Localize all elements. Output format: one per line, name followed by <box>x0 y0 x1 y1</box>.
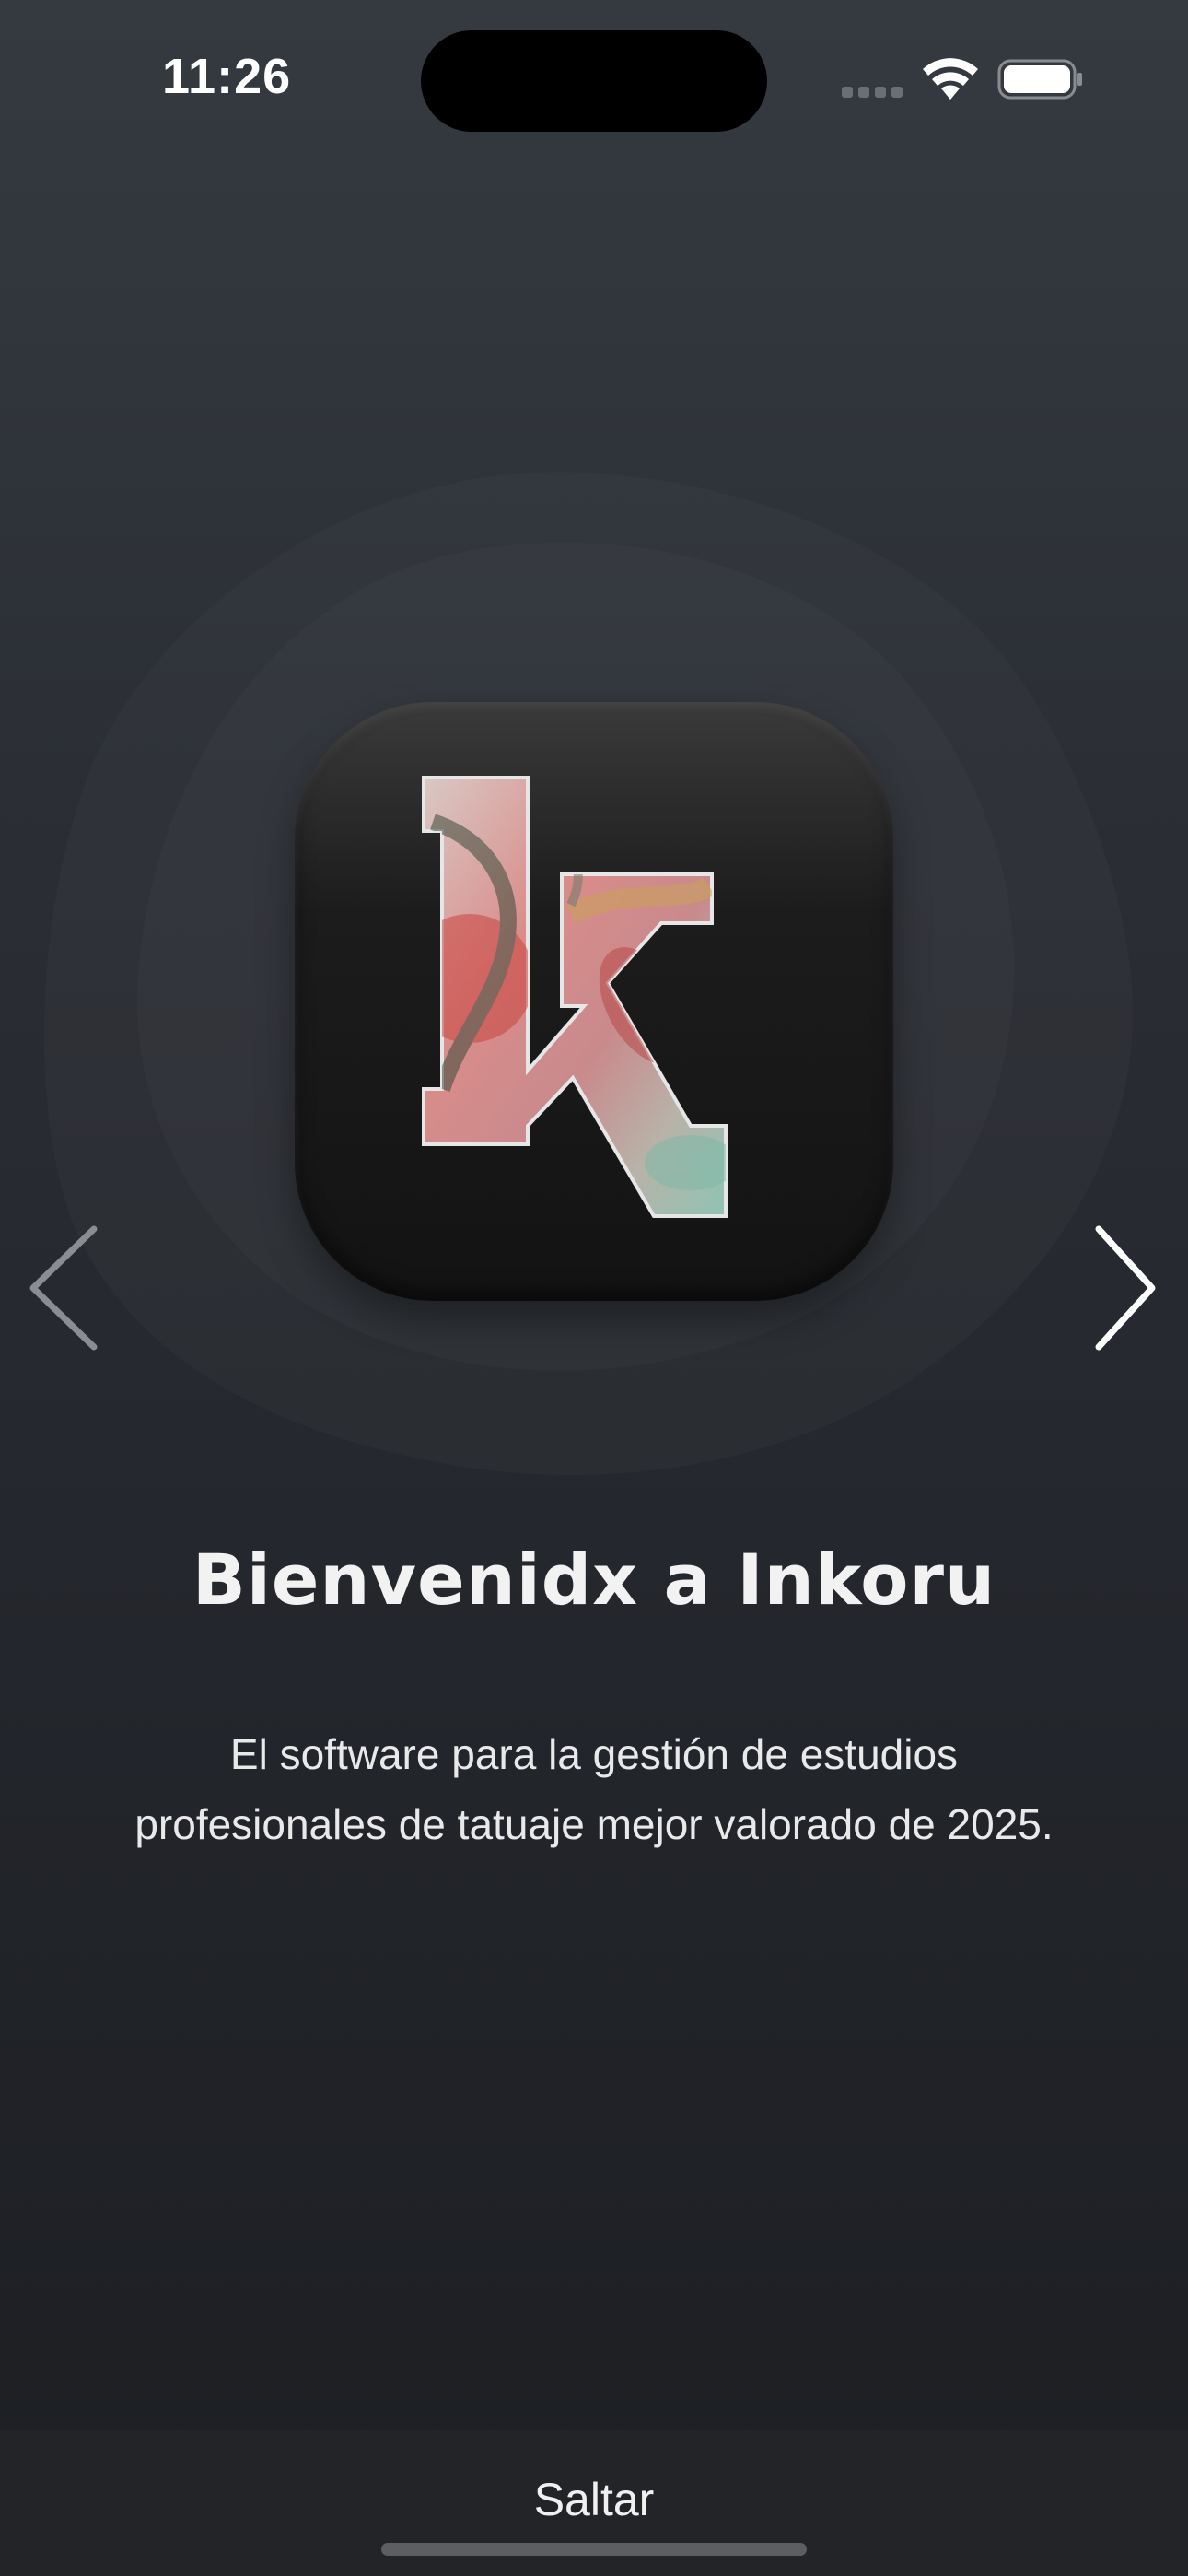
dynamic-island <box>421 30 767 132</box>
status-time: 11:26 <box>162 49 292 104</box>
status-bar: 11:26 <box>0 0 1188 157</box>
app-logo <box>295 702 893 1301</box>
inkoru-logo-icon <box>422 776 728 1218</box>
chevron-right-icon <box>1095 1225 1156 1351</box>
next-slide-button[interactable] <box>1082 1214 1165 1362</box>
cellular-signal-icon <box>842 87 904 98</box>
bottom-bar: Saltar <box>0 2430 1188 2576</box>
onboarding-description: El software para la gestión de estudios … <box>134 1730 1054 1848</box>
onboarding-title: Bienvenidx a Inkoru <box>192 1539 996 1621</box>
battery-icon <box>997 59 1082 100</box>
skip-button[interactable]: Saltar <box>456 2467 732 2532</box>
wifi-icon <box>923 58 978 100</box>
previous-slide-button[interactable] <box>18 1214 101 1362</box>
home-indicator[interactable] <box>381 2543 807 2556</box>
chevron-left-icon <box>29 1225 98 1351</box>
